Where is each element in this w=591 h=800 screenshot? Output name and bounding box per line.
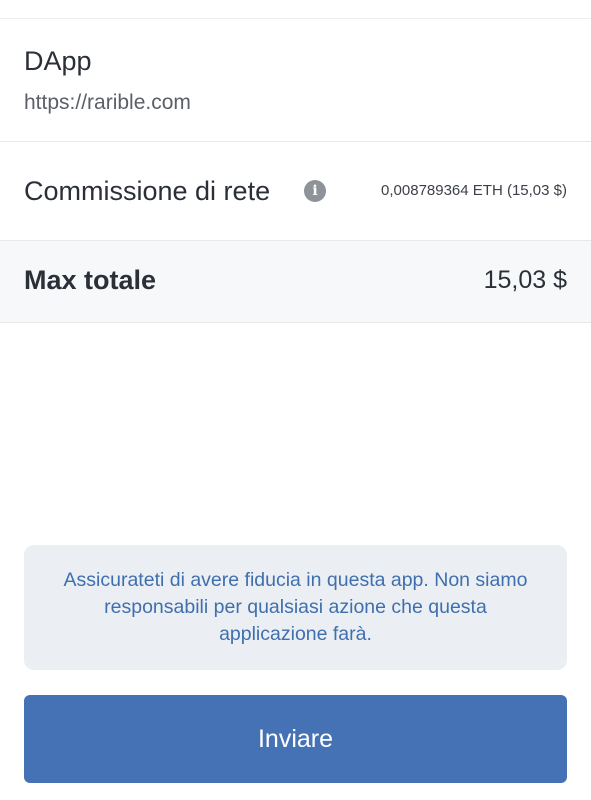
network-fee-row: Commissione di rete i 0,008789364 ETH (1…: [0, 142, 591, 241]
max-total-row: Max totale 15,03 $: [0, 241, 591, 323]
max-total-value: 15,03 $: [483, 266, 567, 294]
dapp-section: DApp https://rarible.com: [0, 19, 591, 142]
send-button[interactable]: Inviare: [24, 695, 567, 783]
trust-warning-box: Assicurateti di avere fiducia in questa …: [24, 545, 567, 670]
network-fee-value: 0,008789364 ETH (15,03 $): [381, 182, 567, 199]
max-total-label: Max totale: [24, 265, 157, 295]
dapp-url: https://rarible.com: [24, 91, 191, 114]
dapp-label: DApp: [24, 46, 92, 76]
info-icon[interactable]: i: [304, 180, 326, 202]
transaction-confirmation-screen: DApp https://rarible.com Commissione di …: [0, 0, 591, 800]
network-fee-label: Commissione di rete: [24, 176, 271, 206]
trust-warning-text: Assicurateti di avere fiducia in questa …: [63, 569, 528, 645]
